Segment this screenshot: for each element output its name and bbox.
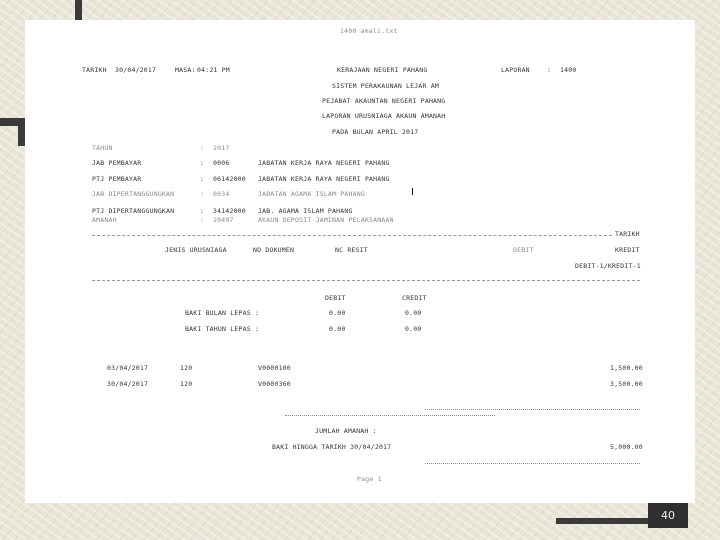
laporan-sep: : (547, 66, 552, 74)
separator-line (285, 415, 495, 416)
col-debit-kredit: DEBIT-1/KREDIT-1 (575, 262, 641, 270)
info-value-tahun: 2017 (213, 144, 230, 152)
info-label-ptj-dipertanggungkan: PTJ DIPERTANGGUNGKAN (92, 207, 175, 215)
report-page: 1400 amali.txt TARIKH 30/04/2017 MASA: 0… (25, 20, 695, 503)
txn-code: 120 (180, 364, 193, 372)
col-debit: DEBIT (513, 246, 534, 254)
txn-amount: 3,500.00 (610, 380, 643, 388)
frame-bar-left-vertical (18, 118, 25, 146)
separator-line (92, 235, 612, 236)
page-number: Page 1 (357, 475, 382, 483)
masa-value: 04:21 PM (197, 66, 230, 74)
info-label-ptj-pembayar: PTJ PEMBAYAR (92, 175, 142, 183)
text-cursor (412, 188, 413, 195)
laporan-value: 1400 (560, 66, 577, 74)
office-name: PEJABAT AKAUNTAN NEGERI PAHANG (322, 97, 446, 105)
separator-line (92, 280, 640, 281)
summary-debit-label: DEBIT (325, 294, 346, 302)
info-value-ptj-pembayar: 06142000 (213, 175, 246, 183)
col-no-dokumen: NO DOKUMEN (253, 246, 295, 254)
info-value-jab-pembayar: 0006 (213, 159, 230, 167)
summary-credit-label: CREDIT (402, 294, 427, 302)
info-desc-jab-dipertanggungkan: JABATAN AGAMA ISLAM PAHANG (258, 190, 365, 198)
info-sep: : (200, 207, 205, 215)
info-sep: : (200, 175, 205, 183)
separator-line (425, 409, 640, 410)
separator-line (425, 463, 640, 464)
summary-row-label: BAKI BULAN LEPAS : (185, 309, 260, 317)
info-value-jab-dipertanggungkan: 0034 (213, 190, 230, 198)
summary-row-label: BAKI TAHUN LEPAS : (185, 325, 260, 333)
info-value-amanah: 20497 (213, 216, 234, 224)
summary-row-debit: 0.00 (329, 309, 346, 317)
baki-hingga-label: BAKI HINGGA TARIKH 30/04/2017 (272, 443, 392, 451)
summary-row-credit: 0.00 (405, 309, 422, 317)
info-sep: : (200, 216, 205, 224)
info-desc-jab-pembayar: JABATAN KERJA RAYA NEGERI PAHANG (258, 159, 390, 167)
summary-row-debit: 0.00 (329, 325, 346, 333)
info-desc-amanah: AKAUN DEPOSIT JAMINAN PELAKSANAAN (258, 216, 394, 224)
info-desc-ptj-pembayar: JABATAN KERJA RAYA NEGERI PAHANG (258, 175, 390, 183)
report-title: LAPORAN URUSNIAGA AKAUN AMANAH (322, 112, 446, 120)
txn-amount: 1,500.00 (610, 364, 643, 372)
txn-doc: V0000360 (258, 380, 291, 388)
report-period: PADA BULAN APRIL 2017 (332, 128, 419, 136)
txn-date: 30/04/2017 (107, 380, 149, 388)
info-label-jab-pembayar: JAB PEMBAYAR (92, 159, 142, 167)
masa-label: MASA: (175, 66, 196, 74)
info-label-amanah: AMANAH (92, 216, 117, 224)
info-label-jab-dipertanggungkan: JAB DIPERTANGGUNGKAN (92, 190, 175, 198)
right-tarikh-label: TARIKH (615, 230, 640, 238)
frame-bar-bottom (556, 518, 648, 524)
org-name: KERAJAAN NEGERI PAHANG (337, 66, 428, 74)
info-sep: : (200, 190, 205, 198)
slide-number: 40 (648, 503, 688, 528)
col-jenis-urusniaga: JENIS URUSNIAGA (165, 246, 227, 254)
file-name: 1400 amali.txt (340, 27, 398, 35)
summary-row-credit: 0.00 (405, 325, 422, 333)
info-label-tahun: TAHUN (92, 144, 113, 152)
laporan-label: LAPORAN (501, 66, 530, 74)
tarikh-value: 30/04/2017 (115, 66, 157, 74)
system-name: SISTEM PERAKAUNAN LEJAR AM (332, 82, 439, 90)
info-sep: : (200, 159, 205, 167)
txn-code: 120 (180, 380, 193, 388)
tarikh-label: TARIKH (82, 66, 107, 74)
txn-doc: V0000100 (258, 364, 291, 372)
frame-bar-top-left (75, 0, 82, 20)
col-kredit: KREDIT (615, 246, 640, 254)
col-nc-resit: NC RESIT (335, 246, 368, 254)
info-sep: : (200, 144, 205, 152)
txn-date: 03/04/2017 (107, 364, 149, 372)
baki-hingga-value: 5,000.00 (610, 443, 643, 451)
jumlah-amanah-label: JUMLAH AMANAH : (315, 427, 377, 435)
info-value-ptj-dipertanggungkan: 34142000 (213, 207, 246, 215)
info-desc-ptj-dipertanggungkan: JAB. AGAMA ISLAM PAHANG (258, 207, 353, 215)
